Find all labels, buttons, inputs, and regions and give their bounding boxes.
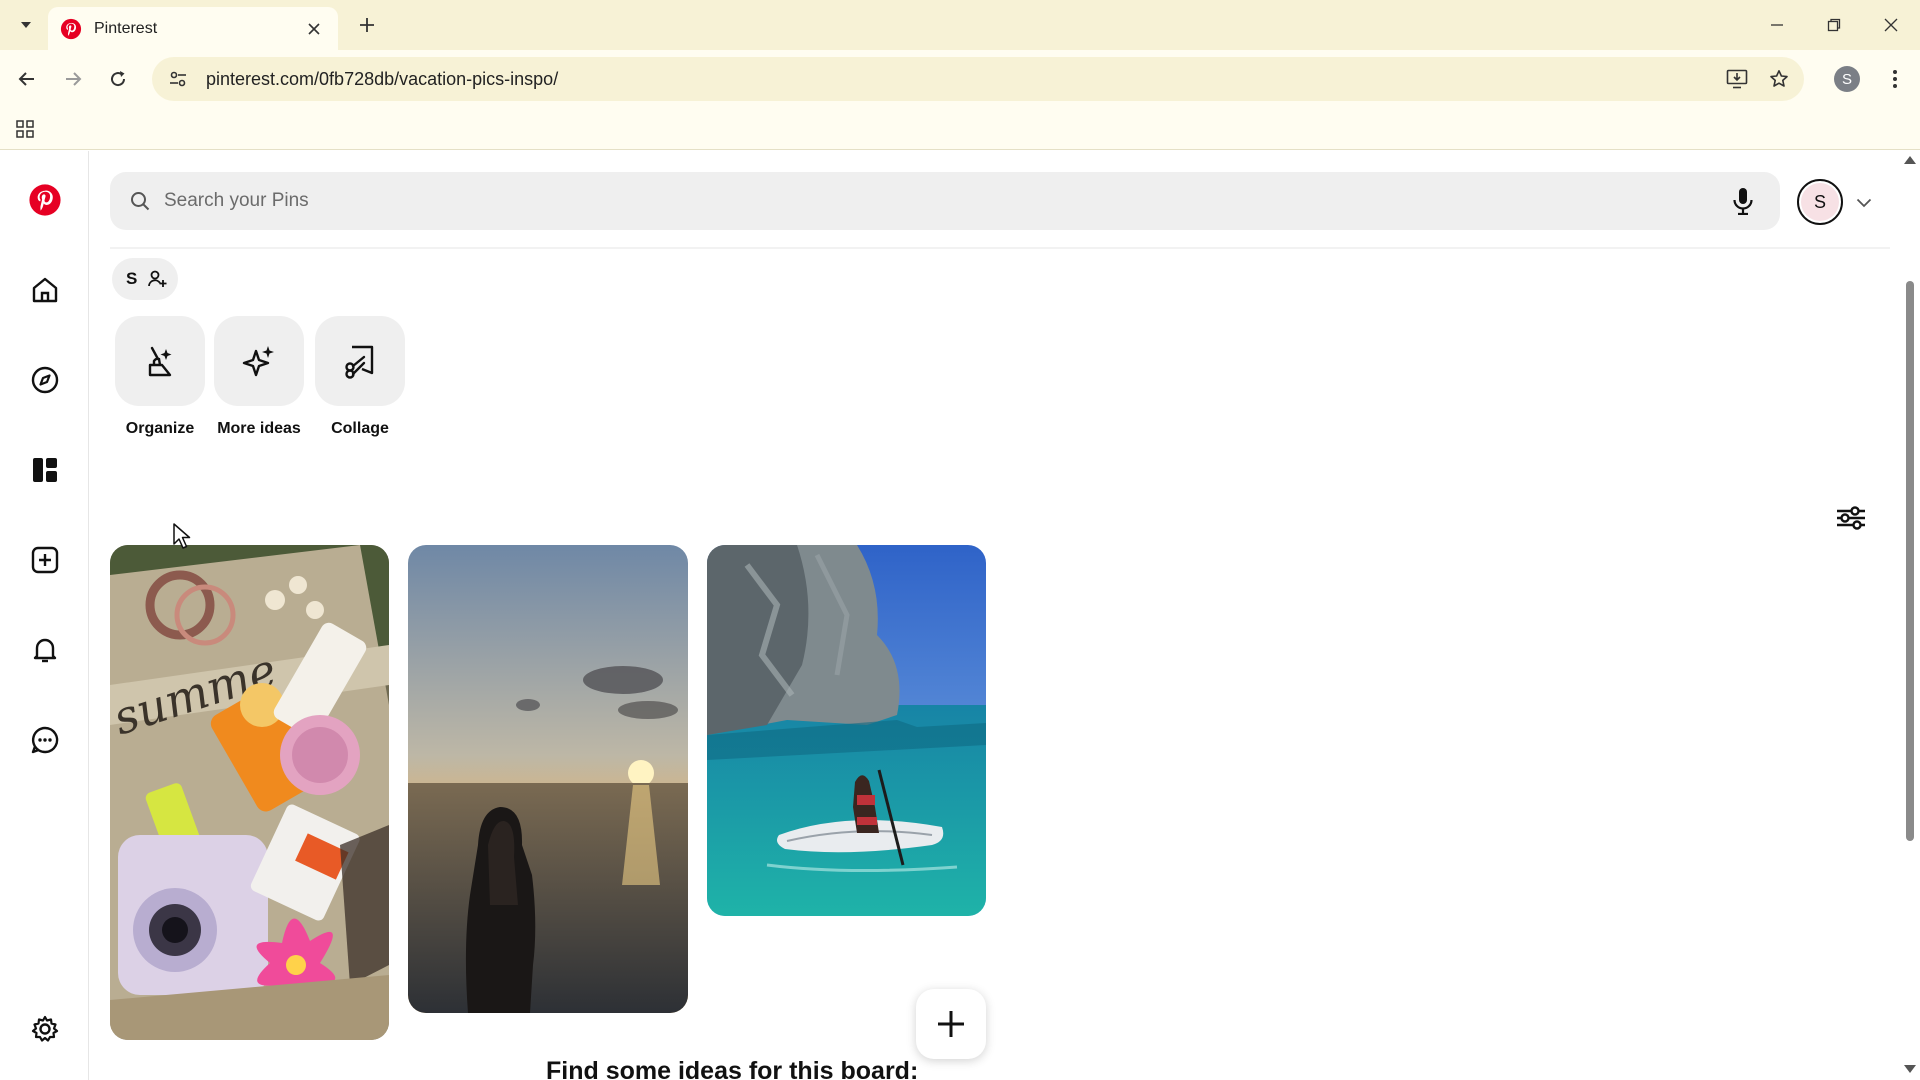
collaborators-button[interactable]: S xyxy=(112,258,178,300)
pin-card[interactable] xyxy=(408,545,688,1013)
reload-icon xyxy=(111,71,126,87)
side-navigation xyxy=(0,151,89,1080)
arrow-right-icon xyxy=(66,72,82,86)
pinterest-page: S S Organize More ideas Collage xyxy=(0,151,1920,1080)
user-avatar-letter: S xyxy=(1801,183,1839,221)
address-bar[interactable]: pinterest.com/0fb728db/vacation-pics-ins… xyxy=(152,57,1804,101)
pin-image: summe xyxy=(110,545,389,1040)
forward-button[interactable] xyxy=(56,62,90,96)
minimize-icon xyxy=(1771,24,1783,26)
plus-icon xyxy=(938,1011,964,1037)
scrollbar-thumb[interactable] xyxy=(1906,281,1914,841)
bookmark-star-button[interactable] xyxy=(1762,62,1796,96)
pins-search-bar[interactable] xyxy=(110,172,1780,230)
scissors-collage-icon xyxy=(345,345,374,379)
browser-tab-bar: Pinterest xyxy=(0,0,1920,50)
sparkle-icon xyxy=(242,346,274,377)
close-icon xyxy=(308,22,320,35)
broom-sparkle-icon xyxy=(148,346,172,377)
install-desktop-icon xyxy=(1726,69,1748,89)
collaborator-avatar: S xyxy=(126,269,138,288)
pinterest-logo-button[interactable] xyxy=(22,177,68,223)
home-icon xyxy=(32,277,58,303)
user-avatar[interactable]: S xyxy=(1797,179,1843,225)
more-ideas-button[interactable] xyxy=(214,316,304,406)
settings-button[interactable] xyxy=(22,1006,68,1052)
chat-bubble-icon xyxy=(31,726,59,754)
scroll-up-arrow-icon[interactable] xyxy=(1903,154,1917,166)
tab-title: Pinterest xyxy=(94,19,158,37)
back-button[interactable] xyxy=(10,62,44,96)
tab-search-button[interactable] xyxy=(10,10,42,40)
search-icon xyxy=(128,189,152,213)
collage-label: Collage xyxy=(331,420,389,437)
new-tab-button[interactable] xyxy=(354,12,380,38)
restore-button[interactable] xyxy=(1811,8,1857,42)
chevron-down-icon xyxy=(1856,198,1872,208)
more-ideas-tool[interactable]: More ideas xyxy=(214,316,304,438)
account-menu-button[interactable] xyxy=(1852,191,1876,215)
pin-image xyxy=(707,545,986,916)
minimize-button[interactable] xyxy=(1754,8,1800,42)
messages-button[interactable] xyxy=(22,717,68,763)
star-icon xyxy=(1770,70,1788,87)
collage-tool[interactable]: Collage xyxy=(315,316,405,438)
pin-card[interactable]: summe xyxy=(110,545,389,1040)
pinterest-favicon-icon xyxy=(60,18,82,39)
plus-icon xyxy=(360,18,374,32)
close-icon xyxy=(1884,18,1898,32)
organize-label: Organize xyxy=(125,420,195,437)
add-pin-button[interactable] xyxy=(916,989,986,1059)
organize-button[interactable] xyxy=(115,316,205,406)
pin-image xyxy=(408,545,688,1013)
plus-square-icon xyxy=(31,546,59,574)
browser-profile-button[interactable]: S xyxy=(1834,66,1860,92)
bell-icon xyxy=(33,638,57,663)
mouse-cursor-icon xyxy=(173,523,191,549)
ideas-heading: Find some ideas for this board: xyxy=(546,1057,919,1080)
board-filter-button[interactable] xyxy=(1830,497,1872,539)
apps-button[interactable] xyxy=(12,116,38,142)
sliders-icon xyxy=(1837,506,1865,530)
create-button[interactable] xyxy=(22,537,68,583)
search-input[interactable] xyxy=(164,190,1664,212)
browser-tab[interactable]: Pinterest xyxy=(48,7,338,50)
home-button[interactable] xyxy=(22,267,68,313)
tab-close-button[interactable] xyxy=(302,17,326,41)
apps-grid-icon xyxy=(16,120,34,138)
scroll-down-arrow-icon[interactable] xyxy=(1903,1063,1917,1075)
browser-menu-button[interactable] xyxy=(1880,62,1910,96)
compass-icon xyxy=(31,366,59,394)
microphone-icon xyxy=(1733,188,1753,215)
more-vertical-icon xyxy=(1893,70,1897,88)
url-text[interactable]: pinterest.com/0fb728db/vacation-pics-ins… xyxy=(206,69,1720,90)
restore-icon xyxy=(1827,18,1841,32)
add-collaborator-icon xyxy=(147,269,167,289)
boards-icon xyxy=(33,458,57,482)
more-ideas-label: More ideas xyxy=(217,420,301,437)
pin-card[interactable] xyxy=(707,545,986,916)
tune-icon xyxy=(170,71,186,87)
notifications-button[interactable] xyxy=(22,627,68,673)
organize-tool[interactable]: Organize xyxy=(115,316,205,438)
voice-search-button[interactable] xyxy=(1726,184,1760,218)
install-app-button[interactable] xyxy=(1720,62,1754,96)
gear-icon xyxy=(31,1015,59,1042)
chevron-down-icon xyxy=(21,22,31,28)
collage-button[interactable] xyxy=(315,316,405,406)
browser-toolbar: pinterest.com/0fb728db/vacation-pics-ins… xyxy=(0,50,1920,108)
explore-button[interactable] xyxy=(22,357,68,403)
header-divider xyxy=(110,247,1890,249)
boards-button[interactable] xyxy=(22,447,68,493)
site-info-button[interactable] xyxy=(156,57,200,101)
bookmarks-bar xyxy=(0,108,1920,150)
close-window-button[interactable] xyxy=(1868,8,1914,42)
arrow-left-icon xyxy=(18,72,34,86)
pinterest-logo-icon xyxy=(29,184,61,216)
reload-button[interactable] xyxy=(101,62,135,96)
